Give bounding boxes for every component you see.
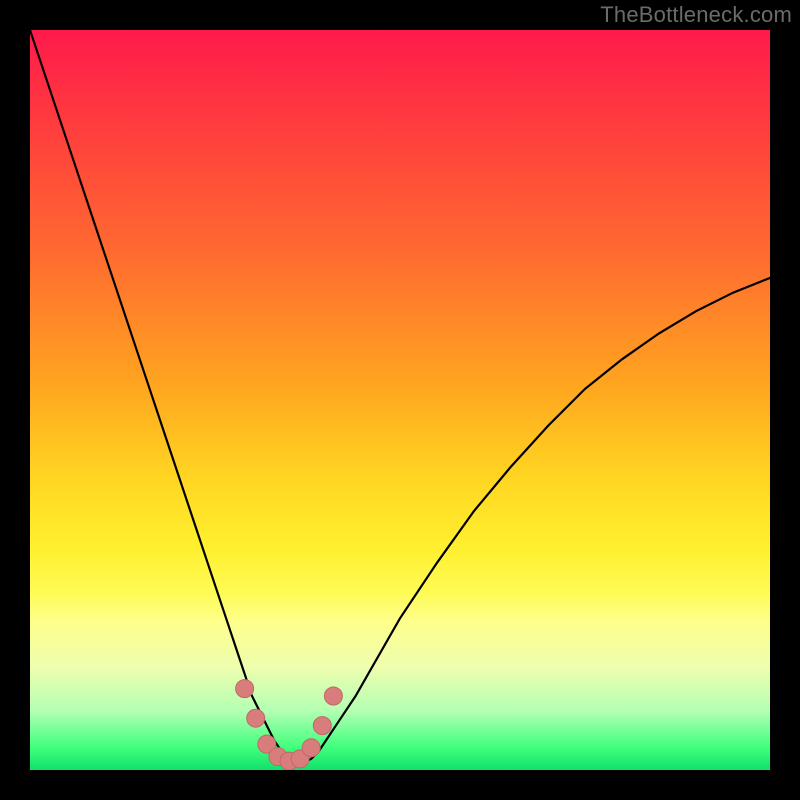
marker-point <box>324 687 342 705</box>
marker-point <box>302 739 320 757</box>
marker-group <box>236 680 343 770</box>
marker-point <box>236 680 254 698</box>
chart-svg <box>30 30 770 770</box>
outer-frame: TheBottleneck.com <box>0 0 800 800</box>
marker-point <box>313 717 331 735</box>
marker-point <box>247 709 265 727</box>
bottleneck-curve-path <box>30 30 770 763</box>
plot-area <box>30 30 770 770</box>
watermark-text: TheBottleneck.com <box>600 2 792 28</box>
